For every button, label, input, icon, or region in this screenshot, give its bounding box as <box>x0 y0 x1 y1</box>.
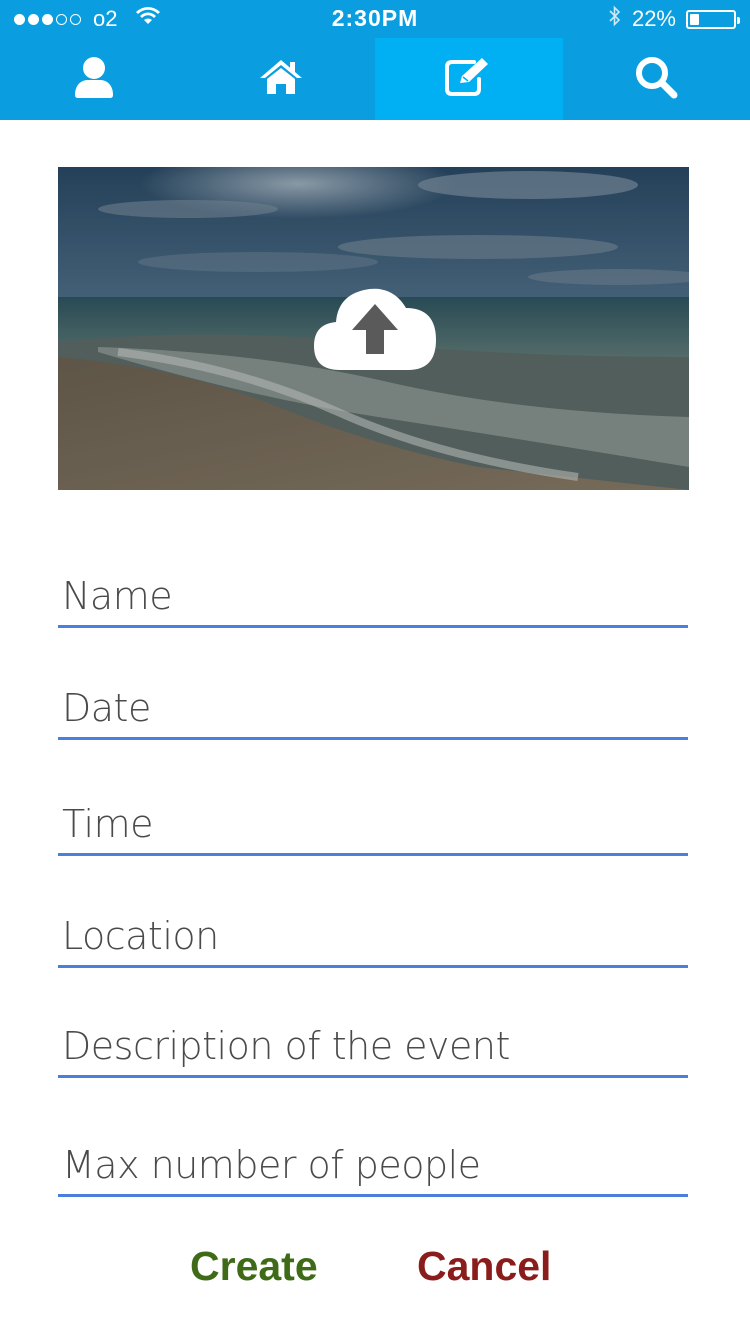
search-icon <box>633 54 679 105</box>
tab-create[interactable] <box>375 38 563 120</box>
user-icon <box>73 55 115 104</box>
time-placeholder: Time <box>62 802 154 846</box>
location-placeholder: Location <box>62 914 219 958</box>
max-people-placeholder: Max number of people <box>62 1143 481 1187</box>
create-button[interactable]: Create <box>190 1236 318 1296</box>
battery-percent: 22% <box>631 6 676 31</box>
status-bar: o2 2:30PM 22% <box>0 0 750 38</box>
time-field[interactable]: Time <box>58 796 688 856</box>
battery-icon <box>686 9 740 29</box>
location-field[interactable]: Location <box>58 908 688 968</box>
name-field[interactable]: Name <box>58 568 688 628</box>
tab-search[interactable] <box>563 38 750 120</box>
description-placeholder: Description of the event <box>62 1024 510 1068</box>
cancel-button[interactable]: Cancel <box>417 1236 551 1296</box>
max-people-field[interactable]: Max number of people <box>58 1137 688 1197</box>
bluetooth-icon <box>608 5 622 33</box>
name-placeholder: Name <box>62 574 173 618</box>
description-field[interactable]: Description of the event <box>58 1018 688 1078</box>
cloud-upload-icon <box>312 278 438 377</box>
tab-profile[interactable] <box>0 38 188 120</box>
top-bar: o2 2:30PM 22% <box>0 0 750 120</box>
date-field[interactable]: Date <box>58 680 688 740</box>
tab-bar <box>0 38 750 120</box>
home-icon <box>258 58 304 101</box>
edit-icon <box>444 57 494 102</box>
tab-home[interactable] <box>188 38 376 120</box>
date-placeholder: Date <box>62 686 151 730</box>
